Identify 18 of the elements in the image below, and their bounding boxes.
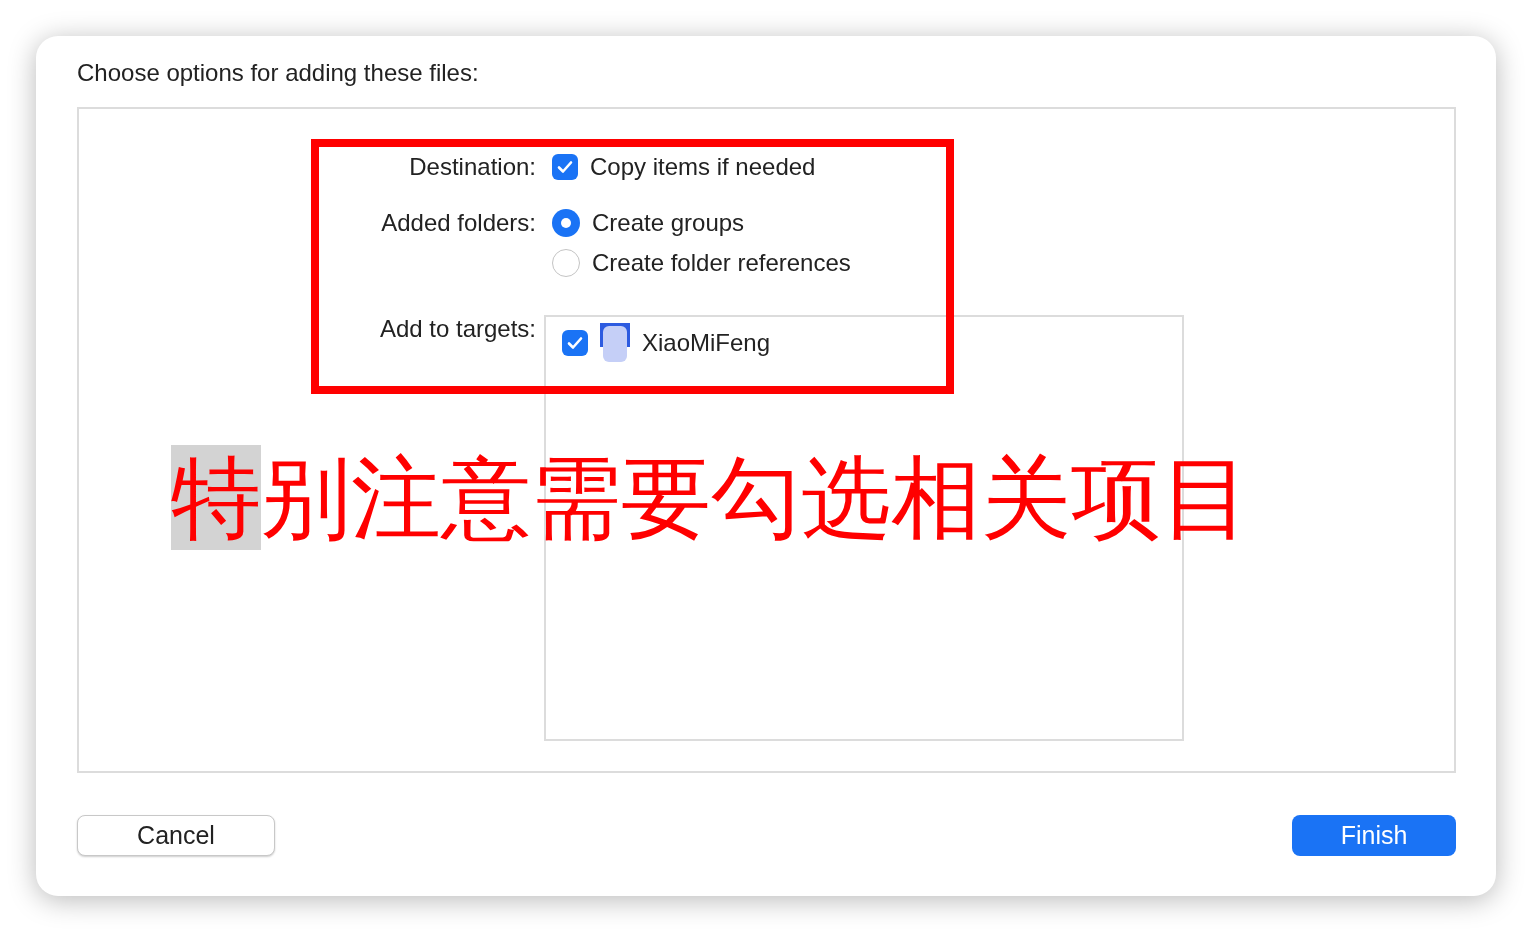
checkmark-icon	[556, 158, 574, 176]
field-label: Added folders:	[380, 208, 536, 238]
radio-label: Create folder references	[592, 248, 851, 278]
field-label: Destination:	[408, 152, 536, 182]
checkbox-label: Copy items if needed	[590, 152, 816, 182]
checkbox[interactable]	[562, 330, 588, 356]
annotation-text: 特别注意需要勾选相关项目	[171, 445, 1251, 551]
field-label: Add to targets:	[378, 314, 536, 344]
finish-button[interactable]: Finish	[1292, 815, 1456, 856]
target-name: XiaoMiFeng	[642, 329, 771, 357]
cancel-button[interactable]: Cancel	[77, 815, 275, 856]
radio-label: Create groups	[592, 208, 745, 238]
app-icon	[600, 323, 630, 363]
checkmark-icon	[566, 334, 584, 352]
checkbox[interactable]	[552, 154, 578, 180]
radio-button[interactable]	[552, 209, 580, 237]
dialog-title: Choose options for adding these files:	[77, 58, 480, 88]
radio-button[interactable]	[552, 249, 580, 277]
